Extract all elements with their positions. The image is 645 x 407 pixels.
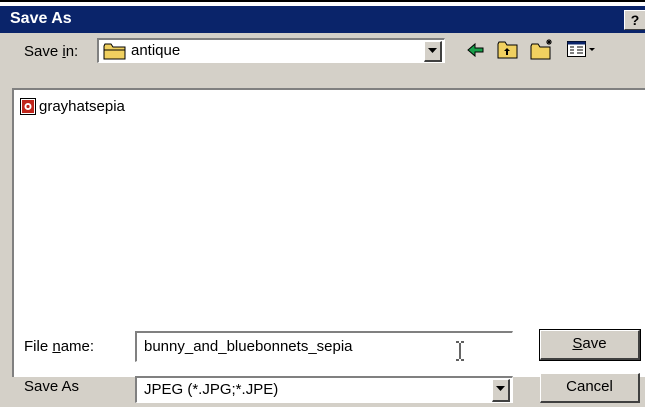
title-bar[interactable]: Save As ? <box>0 6 645 33</box>
save-in-combobox[interactable]: antique <box>97 38 445 63</box>
save-button-hotkey: S <box>572 335 583 352</box>
save-as-type-label: Save As <box>24 378 80 395</box>
image-file-icon <box>20 98 36 115</box>
file-name-label-suffix: ame: <box>60 338 95 355</box>
file-name-value: bunny_and_bluebonnets_sepia <box>144 338 353 355</box>
save-button[interactable]: Save <box>539 329 641 361</box>
file-name-label-prefix: File <box>24 338 53 355</box>
back-arrow-icon[interactable] <box>466 41 486 59</box>
save-button-rest: ave <box>582 335 607 352</box>
file-name-label: File name: <box>24 338 94 355</box>
save-in-label-suffix: n: <box>65 43 79 60</box>
file-item-name: grayhatsepia <box>39 98 125 115</box>
save-as-type-combobox[interactable]: JPEG (*.JPG;*.JPE) <box>135 376 513 403</box>
save-as-type-dropdown-button[interactable] <box>492 379 510 402</box>
folder-icon <box>103 43 126 60</box>
top-border-line <box>0 0 645 2</box>
save-in-label: Save in: <box>24 43 78 60</box>
window-title: Save As <box>10 10 72 27</box>
help-button[interactable]: ? <box>624 10 645 30</box>
save-as-type-value: JPEG (*.JPG;*.JPE) <box>144 381 279 398</box>
cancel-button[interactable]: Cancel <box>540 373 640 403</box>
save-in-value: antique <box>131 42 181 59</box>
view-menu-icon[interactable] <box>567 41 597 58</box>
text-cursor-icon <box>456 341 464 361</box>
create-new-folder-icon[interactable] <box>530 38 556 60</box>
save-as-dialog: Save As ? Save in: antique grayhatsepia … <box>0 6 645 407</box>
save-in-label-prefix: Save <box>24 43 63 60</box>
up-one-level-icon[interactable] <box>497 40 519 59</box>
chevron-down-icon <box>428 48 437 53</box>
file-name-label-hotkey: n <box>52 338 61 355</box>
save-in-dropdown-button[interactable] <box>424 41 442 62</box>
chevron-down-icon <box>496 386 505 391</box>
